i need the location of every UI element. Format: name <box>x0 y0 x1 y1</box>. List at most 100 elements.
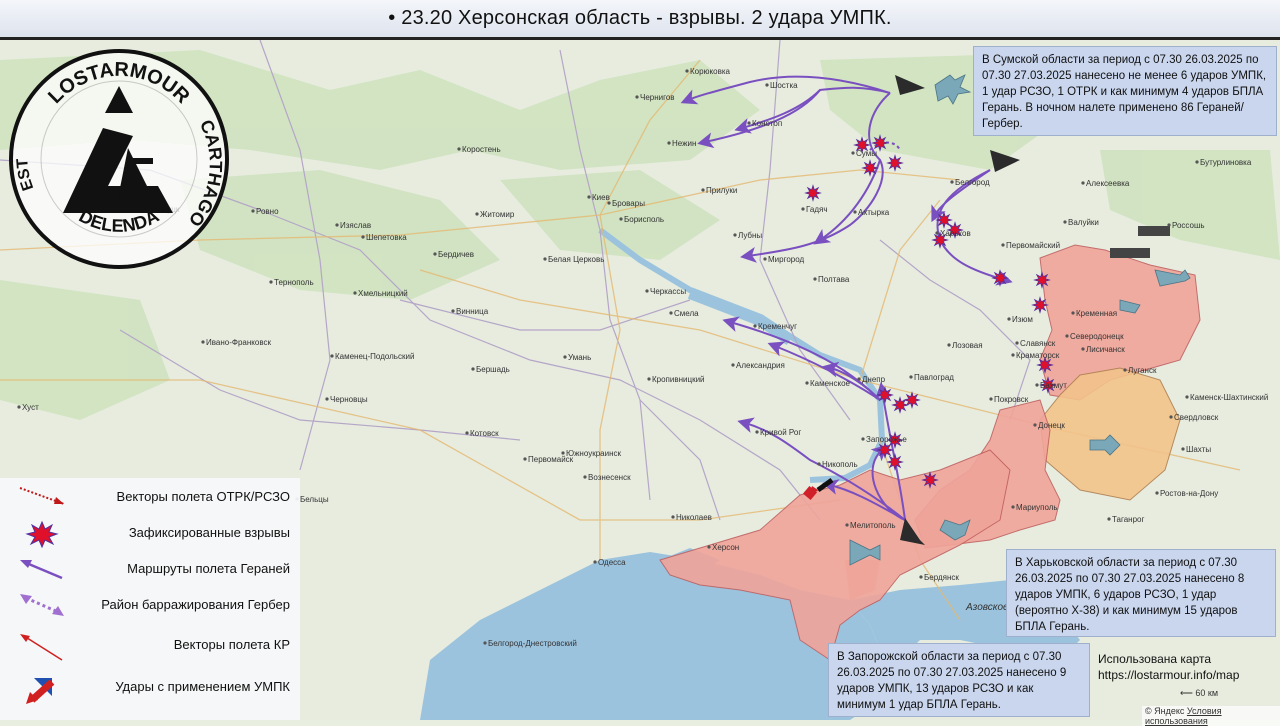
city-label: Александрия <box>736 361 785 370</box>
city-dot <box>483 641 487 645</box>
city-label: Россошь <box>1172 221 1205 230</box>
city-dot <box>733 233 737 237</box>
legend-row-kr: Векторы полета КР <box>0 630 300 661</box>
city-dot <box>947 343 951 347</box>
city-label: Житомир <box>480 210 515 219</box>
city-label: Таганрог <box>1112 515 1144 524</box>
city-label: Коростень <box>462 145 501 154</box>
city-label: Гадяч <box>806 205 828 214</box>
city-dot <box>269 280 273 284</box>
city-dot <box>801 207 805 211</box>
credit-url[interactable]: https://lostarmour.info/map <box>1098 667 1239 683</box>
sumy-info-box: В Сумской области за период с 07.30 26.0… <box>973 46 1277 136</box>
city-dot <box>523 457 527 461</box>
city-label: Умань <box>568 353 591 362</box>
explosion-icon <box>25 520 59 548</box>
legend-label: Зафиксированные взрывы <box>128 525 290 540</box>
city-label: Шостка <box>770 81 798 90</box>
city-label: Донецк <box>1038 421 1065 430</box>
city-dot <box>563 355 567 359</box>
city-label: Ивано-Франковск <box>206 338 271 347</box>
city-dot <box>909 375 913 379</box>
city-dot <box>1123 368 1127 372</box>
city-label: Бершадь <box>476 365 510 374</box>
explosion-marker <box>861 159 879 177</box>
city-label: Ахтырка <box>858 208 890 217</box>
city-label: Котовск <box>470 429 499 438</box>
city-dot <box>645 289 649 293</box>
city-label: Прилуки <box>706 186 737 195</box>
city-label: Краматорск <box>1016 351 1060 360</box>
city-label: Южноукраинск <box>566 449 621 458</box>
city-dot <box>747 121 751 125</box>
city-label: Никополь <box>822 460 858 469</box>
city-dot <box>1081 347 1085 351</box>
purple-arrow-icon <box>20 560 63 580</box>
city-dot <box>353 291 357 295</box>
city-label: Конотоп <box>752 119 782 128</box>
city-dot <box>593 560 597 564</box>
city-dot <box>635 95 639 99</box>
sumy-info-text: В Сумской области за период с 07.30 26.0… <box>982 54 1267 130</box>
explosion-marker <box>991 269 1009 287</box>
city-dot <box>1155 491 1159 495</box>
city-label: Валуйки <box>1068 218 1099 227</box>
city-label: Лубны <box>738 231 762 240</box>
city-dot <box>1011 353 1015 357</box>
city-dot <box>667 141 671 145</box>
city-dot <box>457 147 461 151</box>
city-label: Харьков <box>940 229 971 238</box>
city-dot <box>1169 415 1173 419</box>
city-dot <box>950 180 954 184</box>
city-dot <box>1007 317 1011 321</box>
city-label: Каменск-Шахтинский <box>1190 393 1268 402</box>
city-label: Бутурлиновка <box>1200 158 1252 167</box>
city-label: Полтава <box>818 275 850 284</box>
city-label: Бровары <box>612 199 645 208</box>
city-label: Кременная <box>1076 309 1117 318</box>
city-dot <box>17 405 21 409</box>
city-label: Белгород-Днестровский <box>488 639 577 648</box>
city-label: Славянск <box>1020 339 1056 348</box>
city-label: Винница <box>456 307 489 316</box>
city-label: Кременчуг <box>758 322 797 331</box>
city-dot <box>1167 223 1171 227</box>
city-label: Киев <box>592 193 610 202</box>
city-label: Бельцы <box>300 495 329 504</box>
lostarmour-logo: LOSTARMOUR CARTHAGO DELENDA EST <box>9 49 229 269</box>
explosion-marker <box>903 391 921 409</box>
city-label: Белая Церковь <box>548 255 604 264</box>
city-dot <box>1065 334 1069 338</box>
city-label: Черновцы <box>330 395 368 404</box>
city-label: Покровск <box>994 395 1029 404</box>
city-dot <box>607 201 611 205</box>
city-label: Борисполь <box>624 215 664 224</box>
explosion-marker <box>804 184 822 202</box>
city-dot <box>1081 181 1085 185</box>
city-dot <box>805 381 809 385</box>
city-label: Нежин <box>672 139 696 148</box>
city-label: Миргород <box>768 255 804 264</box>
explosion-marker <box>886 154 904 172</box>
city-label: Лозовая <box>952 341 983 350</box>
city-label: Белгород <box>955 178 990 187</box>
legend: Векторы полета ОТРК/РСЗО Зафиксированные… <box>0 478 300 720</box>
legend-row-umpk: Удары с применением УМПК <box>0 672 300 704</box>
legend-label: Маршруты полета Гераней <box>127 561 290 576</box>
credit-line1: Использована карта <box>1098 652 1212 666</box>
city-label: Ростов-на-Дону <box>1160 489 1218 498</box>
city-label: Хмельницкий <box>358 289 408 298</box>
city-dot <box>335 223 339 227</box>
legend-label: Векторы полета ОТРК/РСЗО <box>116 489 290 504</box>
city-dot <box>857 377 861 381</box>
explosion-marker <box>876 386 894 404</box>
city-dot <box>1033 423 1037 427</box>
legend-row-otrk: Векторы полета ОТРК/РСЗО <box>0 482 300 512</box>
zaporozhye-info-box: В Запорожской области за период с 07.30 … <box>828 643 1090 717</box>
city-dot <box>813 277 817 281</box>
legend-row-geran: Маршруты полета Гераней <box>0 554 300 584</box>
city-dot <box>989 397 993 401</box>
city-dot <box>1071 311 1075 315</box>
city-label: Каменское <box>810 379 851 388</box>
city-dot <box>433 252 437 256</box>
